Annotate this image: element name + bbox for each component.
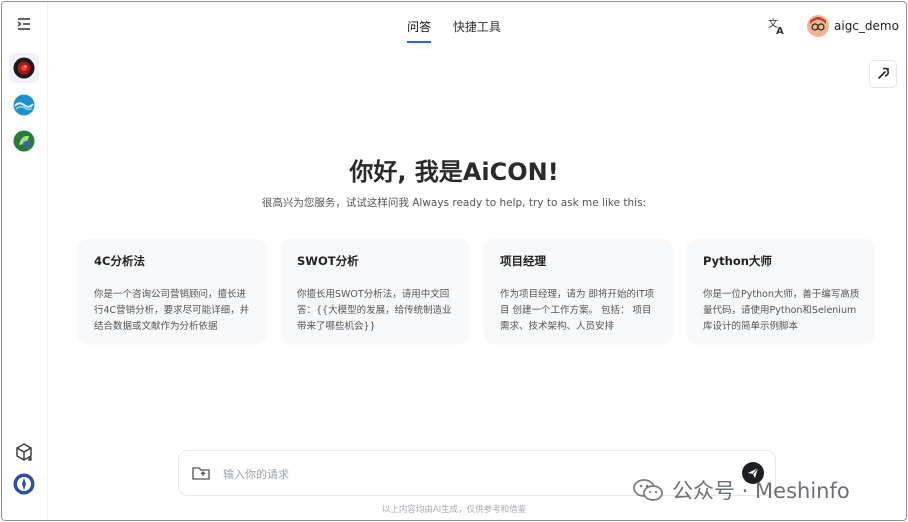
prompt-card-swot[interactable]: SWOT分析 你擅长用SWOT分析法，请用中文回答：{{大模型的发展，给传统制造… (281, 239, 469, 343)
card-title: SWOT分析 (297, 254, 359, 268)
card-description: 作为项目经理，请为 即将开始的IT项目 创建一个工作方案。 包括： 项目需求、技… (500, 289, 655, 332)
green-leaf-model-icon[interactable] (13, 130, 35, 152)
username-label[interactable]: aigc_demo (834, 19, 899, 33)
wechat-logo-icon (633, 479, 663, 501)
watermark-text: 公众号 · Meshinfo (672, 479, 850, 503)
svg-text:A: A (776, 26, 784, 36)
prompt-card-4c[interactable]: 4C分析法 你是一个咨询公司营销顾问，擅长进行4C营销分析，要求尽可能详细，并结… (78, 239, 266, 343)
avatar[interactable] (807, 15, 829, 37)
prompt-card-project-manager[interactable]: 项目经理 作为项目经理，请为 即将开始的IT项目 创建一个工作方案。 包括： 项… (484, 239, 672, 343)
card-description: 你是一个咨询公司营销顾问，擅长进行4C营销分析，要求尽可能详细，并结合数据或文献… (94, 289, 250, 332)
page-subtitle: 很高兴为您服务，试试这样问我 Always ready to help, try… (261, 197, 647, 209)
card-title: 项目经理 (500, 254, 546, 268)
watermark: 公众号 · Meshinfo (632, 476, 850, 504)
sidebar (2, 2, 48, 520)
tab-quick-tools[interactable]: 快捷工具 (453, 18, 501, 41)
card-description: 你擅长用SWOT分析法，请用中文回答：{{大模型的发展，给传统制造业带来了哪些机… (297, 289, 452, 332)
prompt-tool-button[interactable] (869, 60, 897, 88)
red-orb-model-icon[interactable] (13, 57, 35, 79)
page-title: 你好, 我是AiCON! (349, 158, 559, 186)
upload-folder-icon[interactable] (191, 463, 211, 483)
card-title: 4C分析法 (94, 254, 145, 268)
cube-icon[interactable] (14, 442, 34, 462)
prompt-card-python-master[interactable]: Python大师 你是一位Python大师，善于编写高质量代码，请使用Pytho… (687, 239, 875, 343)
blue-wave-model-icon[interactable] (13, 94, 35, 116)
magic-wand-icon (878, 67, 889, 79)
translate-icon[interactable]: 文 A (767, 16, 787, 36)
tab-qa[interactable]: 问答 (407, 18, 432, 43)
app-window: 问答 快捷工具 文 A aigc_demo 你好, 我是AiCON! 很高兴为您… (1, 1, 907, 521)
profile-badge-icon[interactable] (13, 473, 35, 495)
card-description: 你是一位Python大师，善于编写高质量代码，请使用Python和Seleniu… (703, 289, 860, 332)
card-title: Python大师 (703, 254, 772, 268)
